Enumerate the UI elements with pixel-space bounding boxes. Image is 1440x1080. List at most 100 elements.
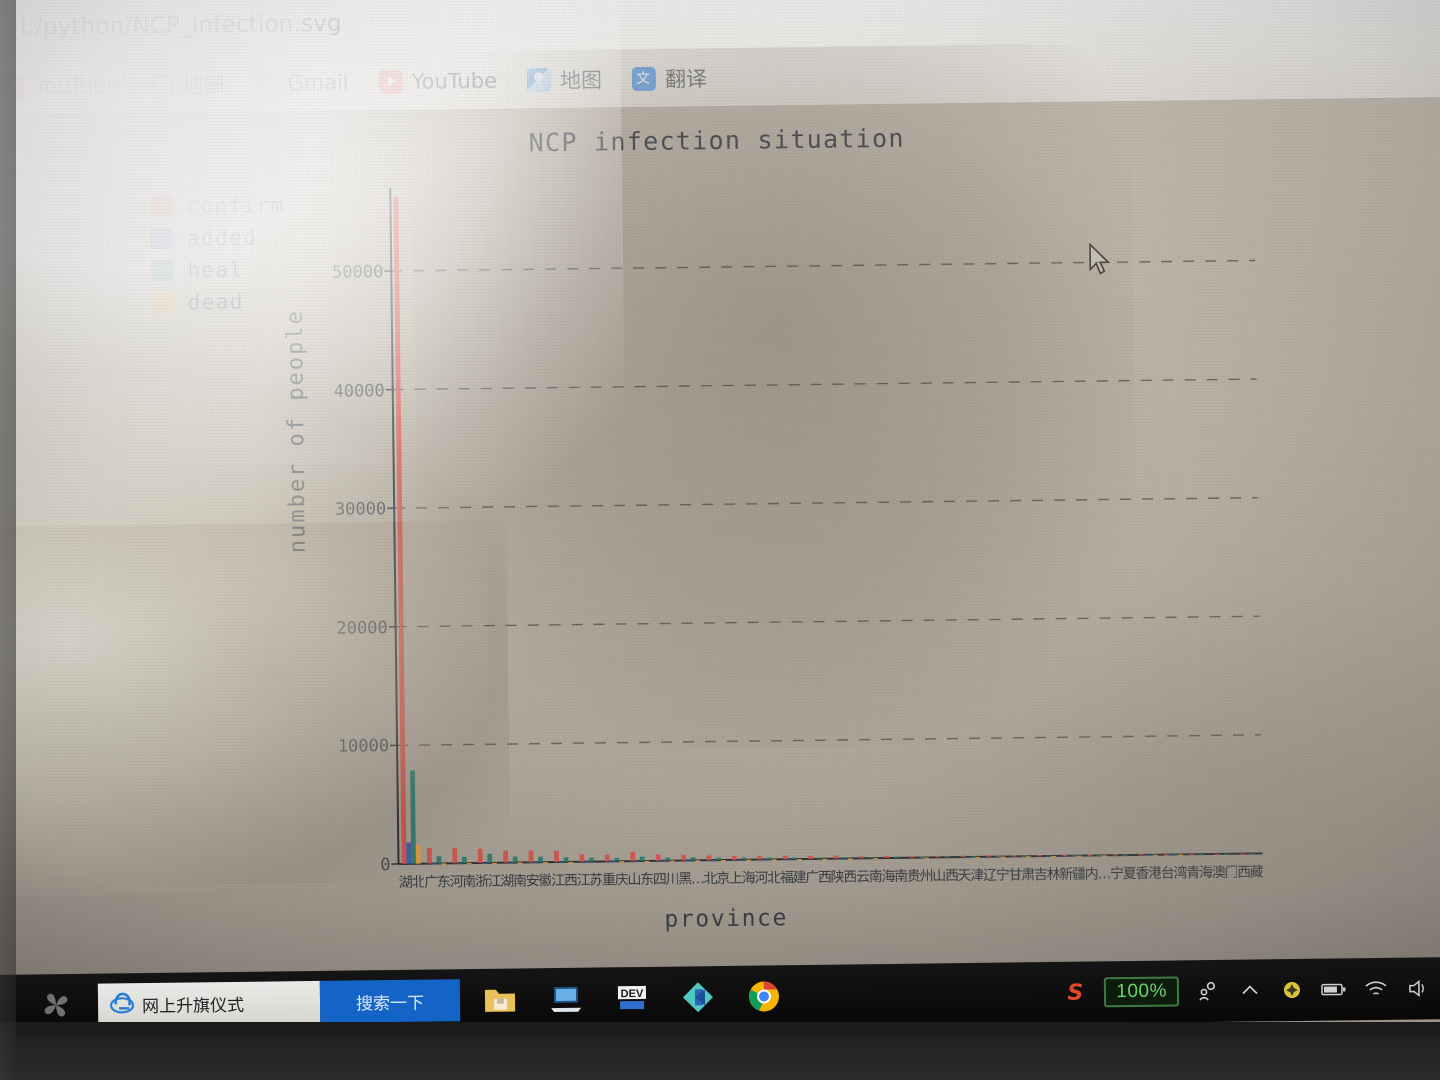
bar-heal [436,856,442,864]
legend-swatch-added [150,227,173,249]
x-tick-label: 上海 [728,870,755,887]
chart-legend: confirm added heal dead [150,189,286,319]
bar-confirm [604,854,610,862]
bar-confirm [1062,854,1068,857]
remote-desktop-icon[interactable] [540,975,593,1024]
file-explorer-icon[interactable] [474,975,527,1024]
x-tick-label: 吉林 [1033,866,1060,884]
bar-heal [893,856,899,858]
internet-explorer-icon [109,992,135,1014]
legend-item-heal: heal [151,253,286,286]
bar-added [711,860,717,862]
bar-dead [644,860,650,863]
gridline [394,496,1259,509]
bar-added [406,842,412,864]
bar-heal [614,857,620,862]
chevron-up-icon[interactable] [1237,977,1263,1003]
x-tick-label: 贵州 [906,868,933,885]
x-tick-label: 澳门 [1211,864,1238,882]
bar-confirm [477,848,483,863]
legend-swatch-heal [151,259,174,281]
bar-heal [919,856,925,859]
x-tick-label: 广东 [424,874,450,891]
bar-confirm [909,855,915,858]
legend-swatch-confirm [150,195,173,217]
x-tick-label: 海南 [881,868,907,886]
bar-added [533,862,539,864]
bar-heal [538,856,544,863]
bar-heal [868,857,874,859]
x-tick-label: 福建 [779,869,806,887]
ie-search-box[interactable]: 网上升旗仪式 [97,980,321,1026]
bar-dead [1076,855,1082,857]
x-tick-label: 安徽 [525,873,552,890]
bar-confirm [1138,854,1144,856]
svg-text:DEV: DEV [621,988,644,1000]
chrome-icon[interactable] [738,972,791,1021]
bar-dead [619,861,625,863]
bar-added [457,863,463,865]
dev-cpp-icon[interactable]: DEV [606,974,659,1023]
bar-confirm [1240,853,1245,855]
bar-confirm [528,850,534,863]
battery-percent-badge[interactable]: 100% [1104,976,1180,1008]
bar-heal [1097,854,1103,857]
battery-icon[interactable] [1321,976,1347,1002]
bar-dead [797,859,802,861]
x-tick-label: 宁夏 [1109,865,1136,883]
bar-dead [1000,856,1006,858]
legend-item-added: added [150,221,286,254]
chart-plot-area [384,188,1263,865]
bar-dead [543,862,548,864]
x-tick-label: 西藏 [1236,864,1263,881]
bar-confirm [1087,854,1093,856]
start-button[interactable] [34,983,79,1028]
y-tick-label: 40000 [333,380,385,402]
laptop-bezel-left [0,0,16,1080]
x-tick-label: 河北 [754,870,780,887]
y-tick-label: 20000 [336,617,388,639]
bar-heal [817,857,823,859]
bar-confirm [808,855,814,859]
bar-heal [741,857,747,860]
bar-dead [1051,855,1056,858]
bar-added [787,859,793,861]
sogou-icon[interactable]: S [1062,980,1088,1006]
bar-dead [517,862,523,864]
x-tick-label: 湖北 [398,874,425,891]
bar-confirm [1189,854,1195,856]
laptop-screen-photo: l:/python/NCP_infection.svg YouTube地图Gma… [0,0,1440,1080]
bar-heal [716,857,721,861]
legend-label: confirm [186,192,285,219]
y-tick: 20000 [326,618,387,639]
x-tick-label: 青海 [1186,865,1212,882]
bar-confirm [731,855,737,860]
x-tick-label: 辽宁 [982,867,1009,884]
visual-studio-icon[interactable] [672,973,725,1022]
x-tick-label: 陕西 [830,869,857,886]
x-tick-label: 山西 [932,868,958,885]
bar-heal [843,857,848,859]
bar-heal [1021,855,1026,857]
gridline [395,615,1260,628]
volume-icon[interactable] [1405,975,1431,1001]
legend-item-confirm: confirm [150,189,285,222]
bar-confirm [452,848,458,864]
y-tick: 0 [329,855,390,875]
people-icon[interactable] [1195,978,1221,1004]
mouse-pointer-icon [1088,242,1114,281]
taskbar-search-area[interactable]: 网上升旗仪式 搜索一下 [97,978,461,1026]
bar-added [660,860,666,862]
bar-heal [1198,853,1204,856]
bar-dead [771,859,777,861]
bar-added [965,856,971,859]
search-button[interactable]: 搜索一下 [319,979,461,1023]
wifi-icon[interactable] [1363,976,1389,1002]
bar-added [482,862,488,865]
x-tick-label: 香港 [1135,865,1161,882]
chart-figure: NCP infection situation number of people… [0,0,1440,1007]
shield-icon[interactable] [1279,977,1305,1003]
bar-confirm [681,854,686,861]
bar-heal [639,856,645,862]
x-tick-label: 湖南 [500,873,526,890]
